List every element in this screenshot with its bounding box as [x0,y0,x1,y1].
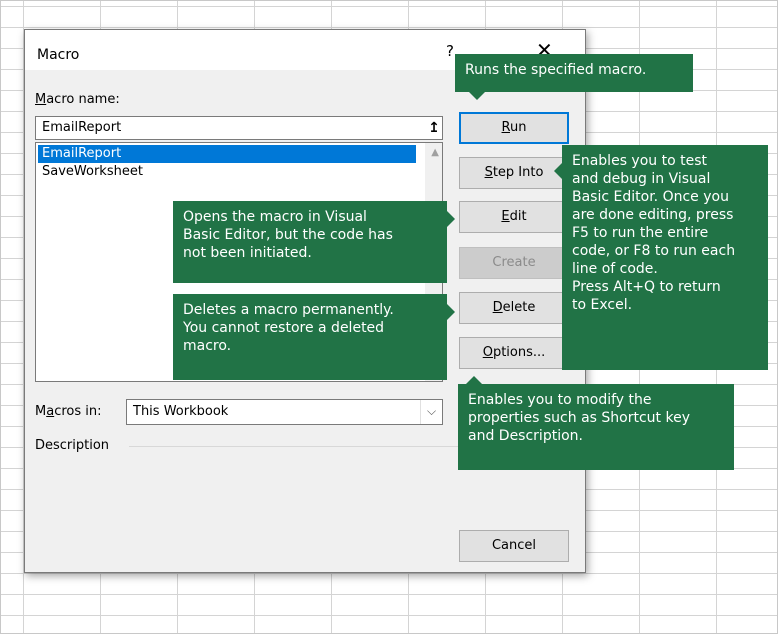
callout-line: and debug in Visual [572,171,711,187]
callout-line: Runs the specified macro. [465,62,647,78]
callout-line: Opens the macro in Visual [183,209,367,225]
options-button[interactable]: Options... [459,337,569,369]
callout-line: Deletes a macro permanently. [183,302,394,318]
description-label: Description [35,438,110,453]
list-item[interactable]: EmailReport [38,145,416,163]
dialog-title: Macro [37,47,80,63]
callout-line: Basic Editor, but the code has [183,227,393,243]
step-into-button[interactable]: Step Into [459,157,569,189]
callout-line: and Description. [468,428,583,444]
list-item[interactable]: SaveWorksheet [38,163,147,181]
callout-line: Enables you to test [572,153,707,169]
macros-in-label: Macros in: [35,404,102,419]
callout-line: Press Alt+Q to return [572,279,721,295]
macro-name-input[interactable]: EmailReport ↥ [35,116,443,140]
help-button[interactable]: ? [446,42,454,60]
macro-name-label: Macro name: [35,92,120,107]
callout-line: line of code. [572,261,658,277]
macros-in-select[interactable]: This Workbook ⌵ [126,399,443,425]
delete-callout: Deletes a macro permanently. You cannot … [173,294,455,380]
callout-line: not been initiated. [183,245,312,261]
delete-button[interactable]: Delete [459,292,569,324]
callout-line: are done editing, press [572,207,734,223]
create-button[interactable]: Create [459,247,569,279]
options-callout: Enables you to modify the properties suc… [458,376,734,470]
callout-line: Basic Editor. Once you [572,189,729,205]
run-button[interactable]: Run [459,112,569,144]
callout-line: properties such as Shortcut key [468,410,690,426]
callout-line: You cannot restore a deleted [183,320,385,336]
callout-line: F5 to run the entire [572,225,709,241]
edit-callout: Opens the macro in Visual Basic Editor, … [173,201,455,283]
run-callout: Runs the specified macro. [455,54,693,100]
macros-in-value: This Workbook [133,404,229,419]
cancel-button[interactable]: Cancel [459,530,569,562]
callout-line: to Excel. [572,297,633,313]
scroll-up-icon[interactable]: ▲ [431,147,439,158]
chevron-down-icon[interactable]: ⌵ [420,400,442,424]
upload-icon[interactable]: ↥ [426,118,442,138]
step-into-callout: Enables you to test and debug in Visual … [554,145,768,370]
macro-name-value: EmailReport [42,120,122,135]
edit-button[interactable]: Edit [459,201,569,233]
callout-line: Enables you to modify the [468,392,652,408]
callout-line: macro. [183,338,232,354]
callout-line: code, or F8 to run each [572,243,736,259]
